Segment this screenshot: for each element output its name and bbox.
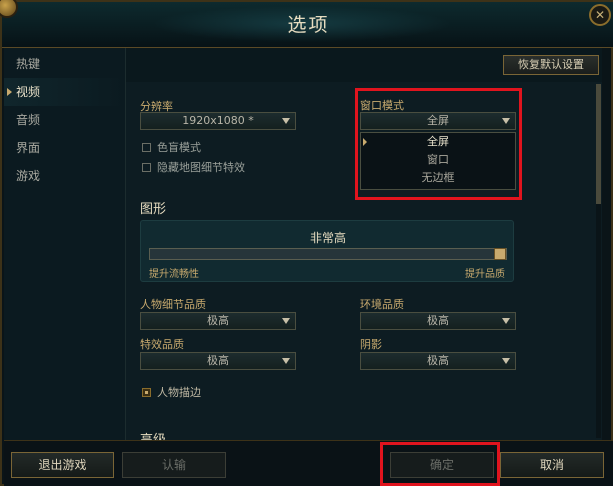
- exit-game-button[interactable]: 退出游戏: [11, 452, 114, 478]
- slider-fill: [150, 249, 494, 259]
- effects-quality-value: 极高: [207, 354, 229, 367]
- surrender-button[interactable]: 认输: [122, 452, 226, 478]
- quality-level-title: 非常高: [309, 231, 346, 245]
- shadows-label: 阴影: [360, 338, 382, 351]
- sidebar-item-interface[interactable]: 界面: [4, 134, 125, 162]
- chevron-down-icon: [502, 318, 510, 324]
- shadows-value: 极高: [427, 354, 449, 367]
- footer-bar: 退出游戏 认输 确定 取消: [4, 440, 613, 486]
- hide-details-option[interactable]: 隐藏地图细节特效: [142, 159, 245, 175]
- slider-handle[interactable]: [494, 248, 506, 260]
- title-bar: 选项 ✕: [0, 0, 613, 48]
- window-title: 选项: [287, 14, 330, 36]
- colorblind-label: 色盲模式: [157, 141, 201, 154]
- effects-quality-label: 特效品质: [140, 338, 184, 351]
- resolution-value: 1920x1080 *: [182, 114, 254, 127]
- shadows-dropdown[interactable]: 极高: [360, 352, 516, 370]
- content-header: 恢复默认设置: [126, 48, 602, 82]
- environment-quality-value: 极高: [427, 314, 449, 327]
- slider-max-label: 提升品质: [465, 269, 505, 280]
- checkbox-checked-icon[interactable]: [142, 388, 151, 397]
- checkbox-icon[interactable]: [142, 163, 151, 172]
- environment-quality-dropdown[interactable]: 极高: [360, 312, 516, 330]
- sidebar-item-hotkeys[interactable]: 热键: [4, 50, 125, 78]
- close-button[interactable]: ✕: [589, 4, 611, 26]
- restore-defaults-button[interactable]: 恢复默认设置: [503, 55, 599, 75]
- chevron-down-icon: [282, 318, 290, 324]
- options-window: 选项 ✕ 热键 视频 音频 界面 游戏 恢复默认设置 分辨率 1920x1080…: [0, 0, 613, 486]
- character-outline-label: 人物描边: [157, 386, 201, 399]
- cancel-button[interactable]: 取消: [500, 452, 604, 478]
- quality-panel: 非常高 提升流畅性 提升品质: [140, 220, 514, 282]
- resolution-dropdown[interactable]: 1920x1080 *: [140, 112, 296, 130]
- sidebar: 热键 视频 音频 界面 游戏: [4, 48, 126, 440]
- chevron-down-icon: [282, 358, 290, 364]
- hide-details-label: 隐藏地图细节特效: [157, 161, 245, 174]
- sidebar-item-video[interactable]: 视频: [4, 78, 125, 106]
- character-outline-option[interactable]: 人物描边: [142, 384, 201, 400]
- sidebar-item-game[interactable]: 游戏: [4, 162, 125, 190]
- graphics-section-title: 图形: [140, 202, 167, 217]
- chevron-down-icon: [282, 118, 290, 124]
- scrollbar[interactable]: [596, 84, 601, 438]
- effects-quality-dropdown[interactable]: 极高: [140, 352, 296, 370]
- settings-content: 恢复默认设置 分辨率 1920x1080 * 色盲模式 隐藏地图细节特效 窗口模…: [126, 48, 602, 440]
- scrollbar-thumb[interactable]: [596, 84, 601, 204]
- colorblind-option[interactable]: 色盲模式: [142, 139, 201, 155]
- highlight-box-window-mode: [355, 88, 522, 200]
- environment-quality-label: 环境品质: [360, 298, 404, 311]
- advanced-section-title: 高级: [140, 429, 166, 440]
- character-quality-label: 人物细节品质: [140, 298, 206, 311]
- sidebar-item-audio[interactable]: 音频: [4, 106, 125, 134]
- checkbox-icon[interactable]: [142, 143, 151, 152]
- highlight-box-confirm: [380, 442, 500, 486]
- chevron-down-icon: [502, 358, 510, 364]
- character-quality-dropdown[interactable]: 极高: [140, 312, 296, 330]
- character-quality-value: 极高: [207, 314, 229, 327]
- quality-slider[interactable]: [149, 248, 507, 260]
- slider-min-label: 提升流畅性: [149, 269, 199, 280]
